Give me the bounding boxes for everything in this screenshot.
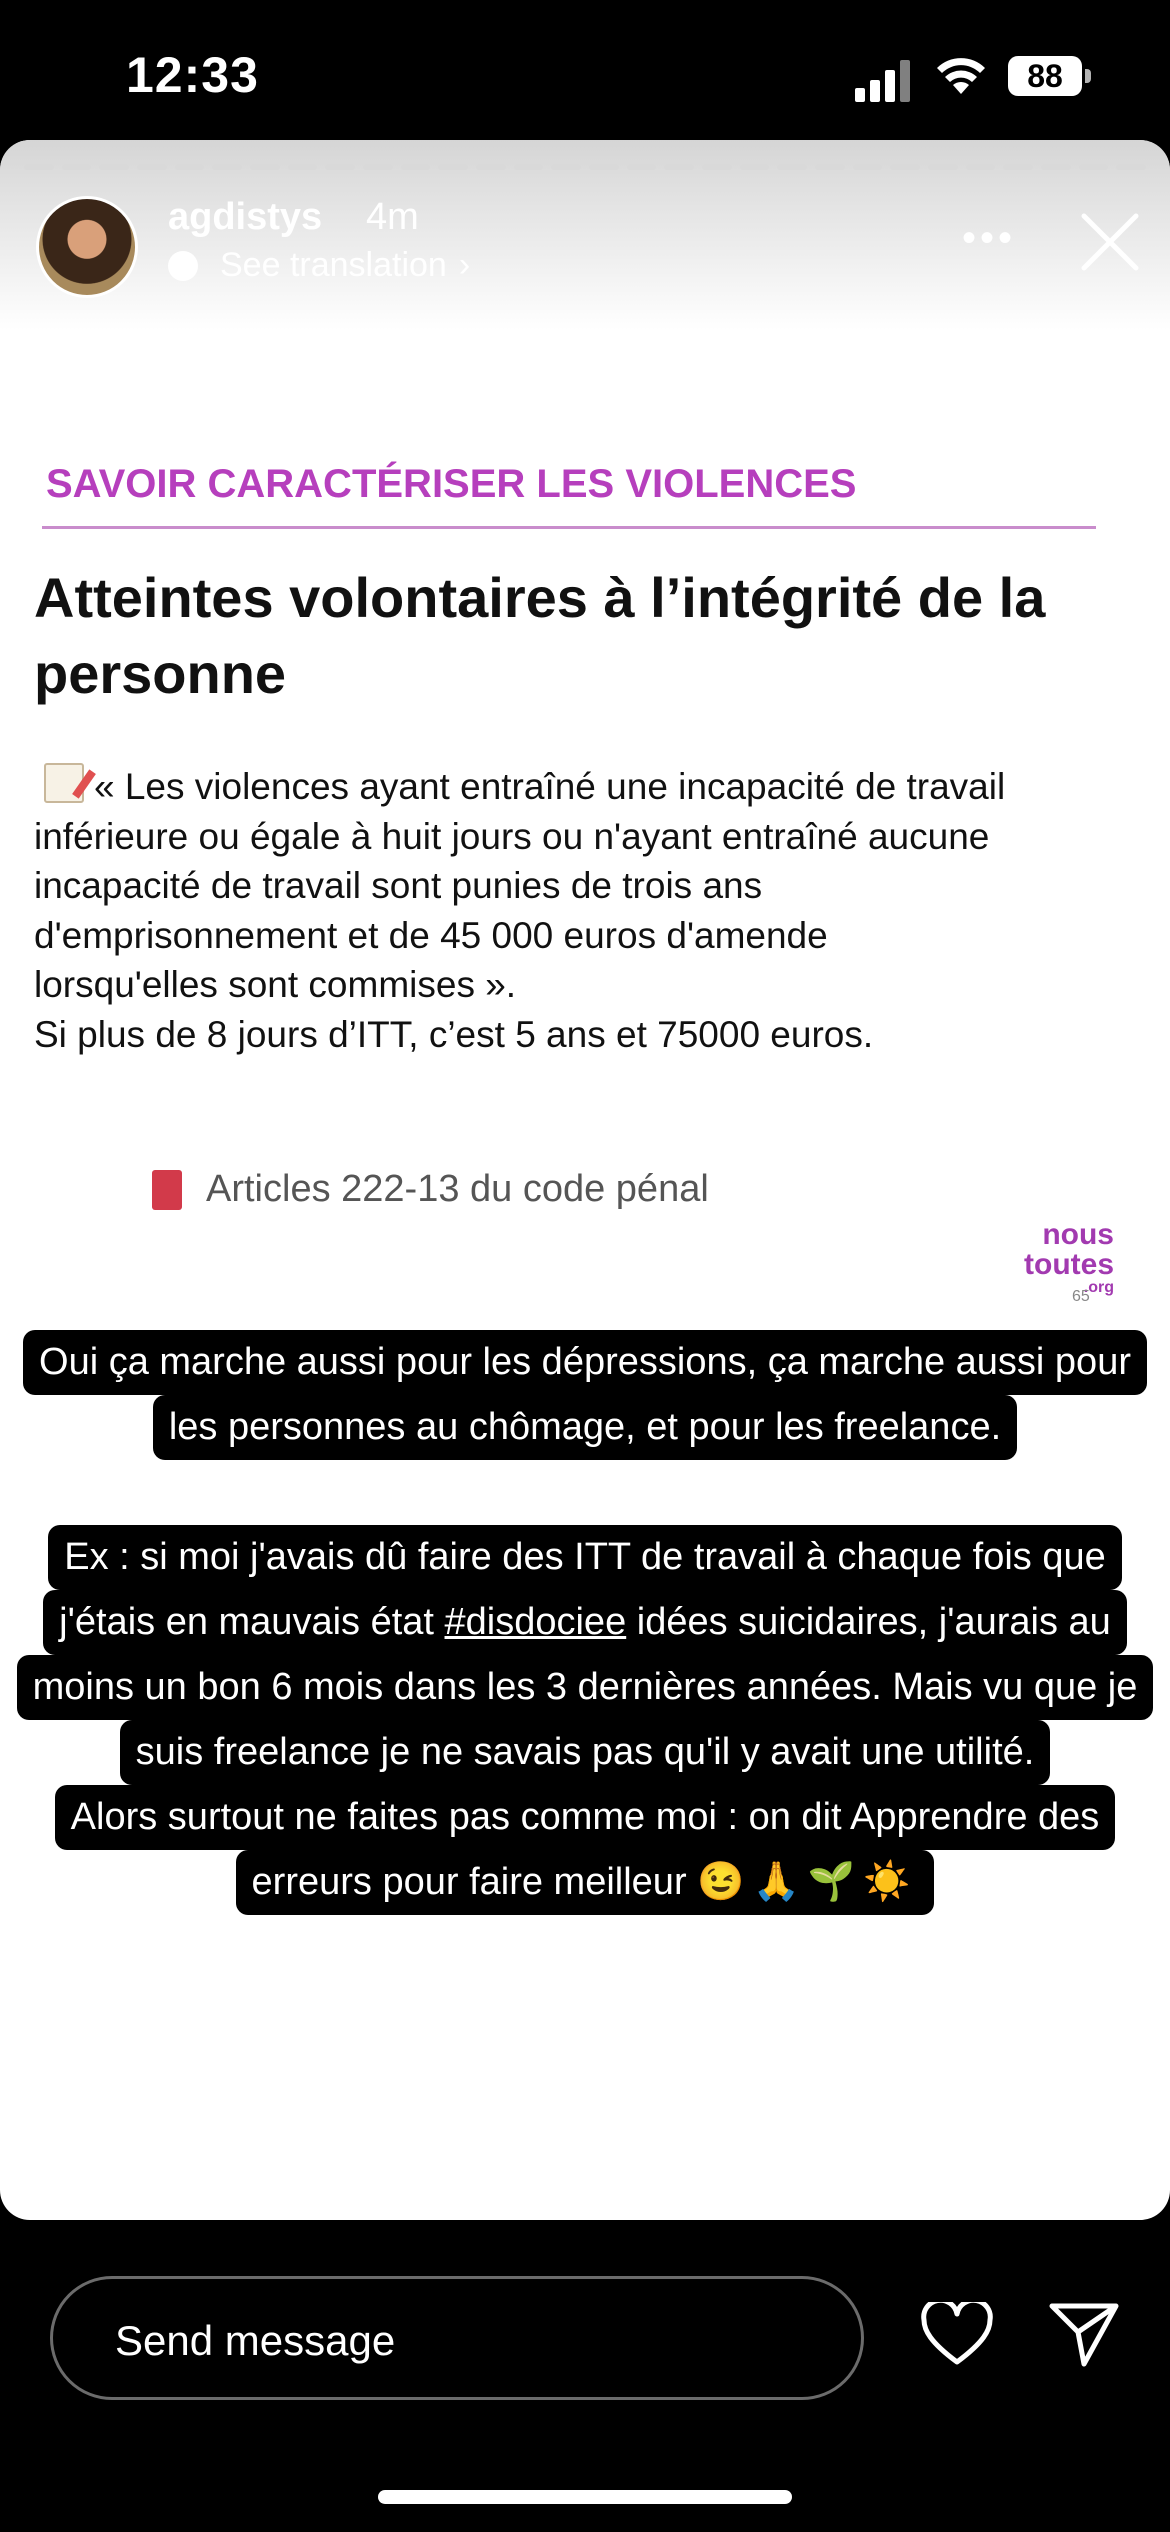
- see-translation-button[interactable]: See translation ›: [168, 246, 470, 285]
- article-text: Articles 222-13 du code pénal: [206, 1168, 709, 1210]
- status-time: 12:33: [126, 47, 259, 103]
- see-translation-label: See translation: [220, 246, 447, 284]
- caption-line: erreurs pour faire meilleur 😉🙏🌱☀️: [235, 1850, 935, 1915]
- close-icon[interactable]: [1078, 210, 1142, 274]
- home-indicator: [378, 2490, 792, 2504]
- book-icon: [152, 1169, 182, 1210]
- post-title: Atteintes volontaires à l’intégrité de l…: [34, 566, 1046, 705]
- caption-line: j'étais en mauvais état #disdociee idées…: [43, 1590, 1127, 1655]
- page-number: 65: [1072, 1288, 1090, 1305]
- noustoutes-logo: nous toutes .org: [1024, 1218, 1114, 1296]
- more-options-icon[interactable]: •••: [962, 216, 1016, 261]
- battery-indicator: 88: [1008, 56, 1082, 96]
- story-progress-bar: [24, 164, 1147, 170]
- caption-line: Ex : si moi j'avais dû faire des ITT de …: [48, 1525, 1122, 1590]
- cellular-signal-icon: [855, 58, 915, 102]
- caption-line: Oui ça marche aussi pour les dépressions…: [23, 1330, 1147, 1395]
- send-message-placeholder: Send message: [115, 2317, 396, 2364]
- story-username[interactable]: agdistys: [168, 196, 322, 239]
- post-body: « Les violences ayant entraîné une incap…: [34, 762, 1144, 1059]
- send-message-input[interactable]: Send message: [50, 2276, 864, 2400]
- story-age: 4m: [366, 196, 419, 238]
- emoji-sequence: 😉🙏🌱☀️: [697, 1861, 919, 1903]
- body-line: incapacité de travail sont punies de tro…: [34, 865, 763, 906]
- hashtag-link[interactable]: #disdociee: [445, 1601, 627, 1643]
- body-line: lorsqu'elles sont commises ».: [34, 964, 517, 1005]
- memo-icon: [44, 763, 84, 803]
- body-line: inférieure ou égale à huit jours ou n'ay…: [34, 815, 990, 857]
- status-bar: 12:33 88: [0, 0, 1170, 140]
- chevron-right-icon: ›: [458, 246, 471, 284]
- body-line: d'emprisonnement et de 45 000 euros d'am…: [34, 914, 828, 956]
- globe-icon: [168, 250, 198, 281]
- send-icon[interactable]: [1048, 2300, 1120, 2370]
- story-card[interactable]: agdistys 4m See translation › ••• SAVOIR…: [0, 140, 1170, 2220]
- article-reference: Articles 222-13 du code pénal: [152, 1168, 709, 1211]
- divider: [42, 526, 1096, 529]
- caption-line: moins un bon 6 mois dans les 3 dernières…: [16, 1655, 1154, 1720]
- wifi-icon: [937, 58, 985, 94]
- caption-line: suis freelance je ne savais pas qu'il y …: [119, 1720, 1051, 1785]
- caption-line: les personnes au chômage, et pour les fr…: [152, 1395, 1018, 1460]
- body-line: « Les violences ayant entraîné une incap…: [94, 766, 1006, 807]
- avatar[interactable]: [36, 196, 138, 298]
- section-heading: SAVOIR CARACTÉRISER LES VIOLENCES: [46, 462, 857, 506]
- body-line: Si plus de 8 jours d’ITT, c’est 5 ans et…: [34, 1013, 874, 1055]
- battery-nub: [1085, 69, 1091, 83]
- caption-line: Alors surtout ne faites pas comme moi : …: [54, 1785, 1116, 1850]
- story-caption: Oui ça marche aussi pour les dépressions…: [0, 1330, 1170, 1915]
- heart-icon[interactable]: [920, 2302, 994, 2368]
